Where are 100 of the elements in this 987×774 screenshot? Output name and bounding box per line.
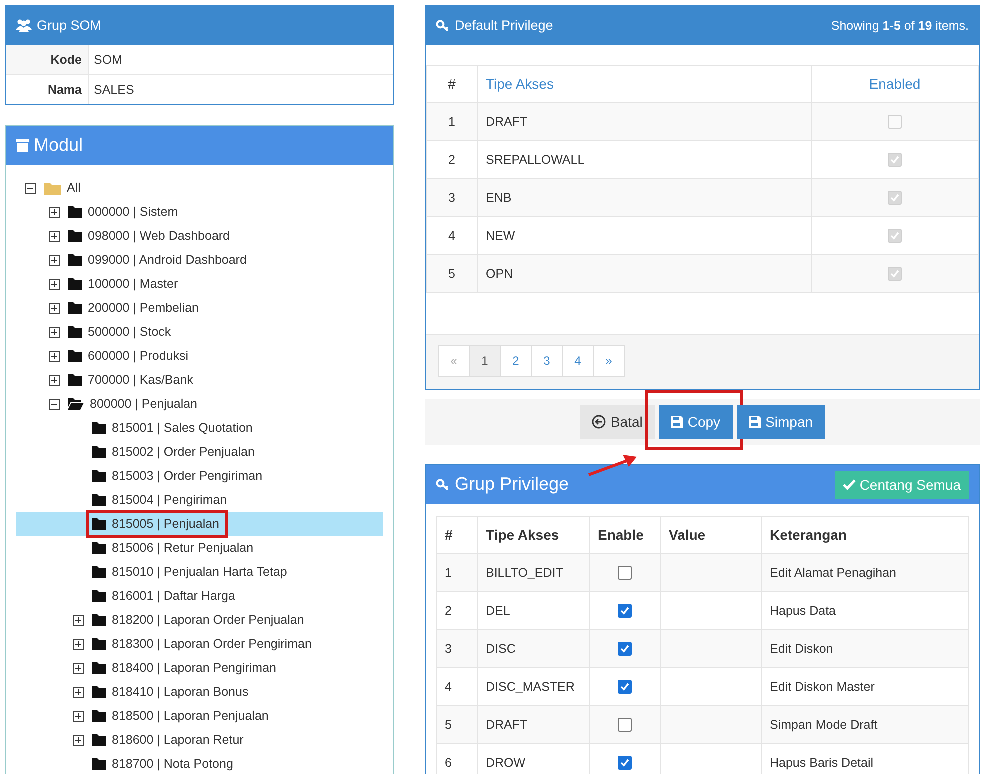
checkbox[interactable] bbox=[618, 566, 632, 580]
table-cell: Edit Diskon bbox=[762, 630, 968, 668]
folder-icon bbox=[92, 470, 106, 482]
folder-icon bbox=[68, 374, 82, 386]
tree-item[interactable]: 098000 | Web Dashboard bbox=[88, 229, 230, 243]
expand-icon[interactable] bbox=[48, 374, 60, 386]
row-number: 1 bbox=[426, 102, 478, 140]
check-icon bbox=[620, 644, 630, 654]
row-number: 5 bbox=[426, 254, 478, 292]
page-link[interactable]: 2 bbox=[500, 345, 532, 377]
row-number: 6 bbox=[436, 744, 478, 774]
tree-item[interactable]: 816001 | Daftar Harga bbox=[112, 589, 236, 603]
tree-item[interactable]: 815004 | Pengiriman bbox=[112, 493, 228, 507]
tree-item[interactable]: 815003 | Order Pengiriman bbox=[112, 469, 263, 483]
folder-icon bbox=[92, 422, 106, 434]
tree-item[interactable]: 818700 | Nota Potong bbox=[112, 757, 234, 771]
folder-icon bbox=[92, 758, 106, 770]
folder-icon bbox=[92, 542, 106, 554]
tree-item[interactable]: 815006 | Retur Penjualan bbox=[112, 541, 254, 555]
expand-icon[interactable] bbox=[48, 326, 60, 338]
tree-item[interactable]: 800000 | Penjualan bbox=[90, 397, 198, 411]
tree-item[interactable]: 815002 | Order Penjualan bbox=[112, 445, 255, 459]
key-icon bbox=[436, 20, 450, 32]
expand-icon[interactable] bbox=[48, 230, 60, 242]
checkbox[interactable] bbox=[618, 604, 632, 618]
expand-icon[interactable] bbox=[48, 302, 60, 314]
folder-icon bbox=[92, 710, 106, 722]
tree-item[interactable]: 500000 | Stock bbox=[88, 325, 172, 339]
folder-icon bbox=[68, 350, 82, 362]
table-cell: BILLTO_EDIT bbox=[478, 554, 590, 592]
expand-icon[interactable] bbox=[72, 662, 84, 674]
folder-icon bbox=[92, 638, 106, 650]
action-button[interactable]: Simpan bbox=[736, 405, 826, 439]
page-link[interactable]: 1 bbox=[469, 345, 501, 377]
tree-row-highlight[interactable]: 815005 | Penjualan bbox=[16, 512, 383, 536]
tree-item[interactable]: 099000 | Android Dashboard bbox=[88, 253, 247, 267]
folder-icon bbox=[68, 206, 82, 218]
checkbox[interactable] bbox=[618, 718, 632, 732]
panel-title: Grup Privilege bbox=[455, 474, 570, 495]
page-link[interactable]: 4 bbox=[562, 345, 594, 377]
page-link[interactable]: » bbox=[593, 345, 625, 377]
tree-item[interactable]: 818500 | Laporan Penjualan bbox=[112, 709, 269, 723]
panel-title: Grup SOM bbox=[37, 18, 102, 33]
tree-item[interactable]: 818410 | Laporan Bonus bbox=[112, 685, 249, 699]
expand-icon[interactable] bbox=[72, 734, 84, 746]
check-icon bbox=[842, 479, 856, 490]
expand-icon[interactable] bbox=[48, 254, 60, 266]
tree-item[interactable]: 100000 | Master bbox=[88, 277, 178, 291]
table-cell: ENB bbox=[478, 178, 812, 216]
field-label: Kode bbox=[6, 45, 88, 74]
expand-icon[interactable] bbox=[48, 206, 60, 218]
tree-item[interactable]: 815001 | Sales Quotation bbox=[112, 421, 253, 435]
folder-icon bbox=[92, 566, 106, 578]
row-number: 3 bbox=[436, 630, 478, 668]
folder-icon bbox=[68, 230, 82, 242]
annotation-arrow bbox=[586, 452, 639, 478]
field-value: SALES bbox=[88, 74, 393, 104]
table-cell: Simpan Mode Draft bbox=[762, 706, 968, 744]
tree-item[interactable]: 815010 | Penjualan Harta Tetap bbox=[112, 565, 288, 579]
table-cell: DRAFT bbox=[478, 706, 590, 744]
tree-item[interactable]: All bbox=[67, 181, 81, 195]
action-button[interactable]: Copy bbox=[658, 405, 733, 439]
tree-item[interactable]: 815005 | Penjualan bbox=[112, 517, 220, 531]
row-number: 1 bbox=[436, 554, 478, 592]
tree-item[interactable]: 818200 | Laporan Order Penjualan bbox=[112, 613, 304, 627]
checkbox[interactable] bbox=[618, 642, 632, 656]
tree-item[interactable]: 200000 | Pembelian bbox=[88, 301, 199, 315]
column-header: Keterangan bbox=[762, 516, 968, 554]
tree-item[interactable]: 600000 | Produksi bbox=[88, 349, 189, 363]
tree-item[interactable]: 818400 | Laporan Pengiriman bbox=[112, 661, 276, 675]
expand-icon[interactable] bbox=[72, 710, 84, 722]
field-label: Nama bbox=[6, 74, 88, 104]
folder-icon bbox=[92, 614, 106, 626]
expand-icon[interactable] bbox=[48, 278, 60, 290]
expand-icon[interactable] bbox=[72, 686, 84, 698]
folder-icon bbox=[44, 182, 61, 194]
save-icon bbox=[670, 416, 683, 428]
checkbox[interactable] bbox=[618, 680, 632, 694]
collapse-icon[interactable] bbox=[24, 182, 36, 194]
column-header[interactable]: Tipe Akses bbox=[478, 66, 812, 102]
tree-item[interactable]: 000000 | Sistem bbox=[88, 205, 178, 219]
check-icon bbox=[620, 682, 630, 692]
table-cell: DISC bbox=[478, 630, 590, 668]
tree-item[interactable]: 700000 | Kas/Bank bbox=[88, 373, 194, 387]
key-icon bbox=[436, 478, 450, 490]
expand-icon[interactable] bbox=[72, 638, 84, 650]
tree-item[interactable]: 818300 | Laporan Order Pengiriman bbox=[112, 637, 312, 651]
collapse-icon[interactable] bbox=[48, 398, 60, 410]
column-header: # bbox=[436, 516, 478, 554]
expand-icon[interactable] bbox=[72, 614, 84, 626]
expand-icon[interactable] bbox=[48, 350, 60, 362]
column-header[interactable]: Enabled bbox=[812, 66, 978, 102]
action-button[interactable]: Batal bbox=[580, 405, 655, 439]
panel-title: Modul bbox=[34, 135, 84, 156]
tree-item[interactable]: 818600 | Laporan Retur bbox=[112, 733, 244, 747]
page-link[interactable]: 3 bbox=[531, 345, 563, 377]
folder-icon bbox=[92, 518, 106, 530]
checkbox[interactable] bbox=[618, 756, 632, 770]
folder-icon bbox=[92, 734, 106, 746]
column-header: # bbox=[426, 66, 478, 102]
